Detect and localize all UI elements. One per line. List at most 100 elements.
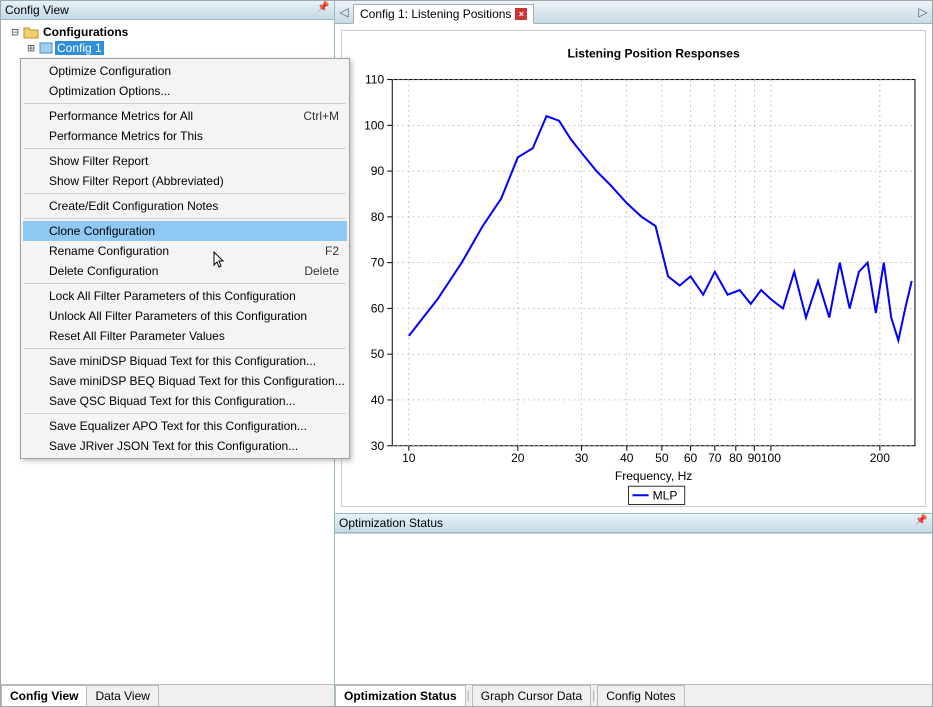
svg-text:40: 40 bbox=[371, 393, 385, 407]
menu-item[interactable]: Optimize Configuration bbox=[23, 61, 347, 81]
menu-item-label: Save miniDSP Biquad Text for this Config… bbox=[49, 354, 316, 368]
tree-collapse-icon[interactable]: ⊟ bbox=[9, 25, 21, 39]
menu-item[interactable]: Performance Metrics for All Ctrl+M bbox=[23, 106, 347, 126]
menu-item-label: Reset All Filter Parameter Values bbox=[49, 329, 225, 343]
svg-text:100: 100 bbox=[761, 451, 781, 465]
menu-item[interactable]: Save Equalizer APO Text for this Configu… bbox=[23, 416, 347, 436]
menu-separator bbox=[24, 218, 346, 219]
menu-item-label: Delete Configuration bbox=[49, 264, 158, 278]
svg-text:50: 50 bbox=[655, 451, 669, 465]
tab-close-icon[interactable]: × bbox=[515, 8, 527, 20]
folder-icon bbox=[23, 25, 39, 39]
menu-item[interactable]: Unlock All Filter Parameters of this Con… bbox=[23, 306, 347, 326]
menu-item[interactable]: Lock All Filter Parameters of this Confi… bbox=[23, 286, 347, 306]
config-view-title: Config View bbox=[5, 3, 316, 17]
svg-text:Frequency, Hz: Frequency, Hz bbox=[615, 469, 693, 483]
menu-item-label: Rename Configuration bbox=[49, 244, 169, 258]
menu-item-shortcut: Ctrl+M bbox=[303, 109, 339, 123]
svg-text:200: 200 bbox=[870, 451, 890, 465]
svg-text:90: 90 bbox=[748, 451, 762, 465]
svg-text:60: 60 bbox=[371, 301, 385, 315]
menu-item-label: Save JRiver JSON Text for this Configura… bbox=[49, 439, 298, 453]
svg-text:80: 80 bbox=[729, 451, 743, 465]
optimization-status-titlebar: Optimization Status bbox=[335, 514, 932, 533]
menu-item[interactable]: Reset All Filter Parameter Values bbox=[23, 326, 347, 346]
tab-label: Config 1: Listening Positions bbox=[360, 7, 511, 21]
tree-child-label[interactable]: Config 1 bbox=[55, 41, 104, 55]
menu-item-label: Show Filter Report (Abbreviated) bbox=[49, 174, 224, 188]
menu-item-label: Unlock All Filter Parameters of this Con… bbox=[49, 309, 307, 323]
svg-text:10: 10 bbox=[402, 451, 416, 465]
tree-root-label[interactable]: Configurations bbox=[41, 25, 130, 39]
svg-text:30: 30 bbox=[371, 439, 385, 453]
menu-separator bbox=[24, 413, 346, 414]
optimization-status-title: Optimization Status bbox=[339, 516, 914, 530]
menu-separator bbox=[24, 193, 346, 194]
menu-item-label: Clone Configuration bbox=[49, 224, 155, 238]
tab-config-notes[interactable]: Config Notes bbox=[597, 685, 684, 706]
menu-item[interactable]: Save QSC Biquad Text for this Configurat… bbox=[23, 391, 347, 411]
menu-item-label: Lock All Filter Parameters of this Confi… bbox=[49, 289, 296, 303]
pin-icon[interactable] bbox=[316, 3, 330, 17]
tab-optimization-status[interactable]: Optimization Status bbox=[335, 685, 466, 706]
svg-text:Listening Position Responses: Listening Position Responses bbox=[568, 46, 740, 60]
menu-separator bbox=[24, 348, 346, 349]
pin-icon[interactable] bbox=[914, 516, 928, 530]
menu-item[interactable]: Create/Edit Configuration Notes bbox=[23, 196, 347, 216]
response-chart[interactable]: Listening Position Responses 10 20 30 40 50 60… bbox=[341, 30, 926, 507]
menu-item-label: Save QSC Biquad Text for this Configurat… bbox=[49, 394, 296, 408]
tree-expand-icon[interactable]: ⊞ bbox=[25, 41, 37, 55]
menu-item-shortcut: Delete bbox=[304, 264, 339, 278]
bottom-tabs: Optimization Status | Graph Cursor Data … bbox=[335, 684, 932, 706]
tab-listening-positions[interactable]: Config 1: Listening Positions × bbox=[353, 4, 534, 24]
menu-item-label: Optimize Configuration bbox=[49, 64, 171, 78]
tab-scroll-left-icon[interactable]: ◁ bbox=[337, 3, 351, 21]
svg-text:50: 50 bbox=[371, 347, 385, 361]
menu-item[interactable]: Rename Configuration F2 bbox=[23, 241, 347, 261]
menu-item[interactable]: Save JRiver JSON Text for this Configura… bbox=[23, 436, 347, 456]
menu-item-label: Performance Metrics for All bbox=[49, 109, 193, 123]
menu-item-label: Create/Edit Configuration Notes bbox=[49, 199, 218, 213]
tree-child-row[interactable]: ⊞ Config 1 bbox=[25, 40, 330, 56]
tree-root-row[interactable]: ⊟ Configurations bbox=[9, 24, 330, 40]
svg-text:60: 60 bbox=[684, 451, 698, 465]
svg-text:70: 70 bbox=[371, 256, 385, 270]
menu-item-label: Save miniDSP BEQ Biquad Text for this Co… bbox=[49, 374, 345, 388]
menu-item-shortcut: F2 bbox=[325, 244, 339, 258]
menu-item[interactable]: Save miniDSP BEQ Biquad Text for this Co… bbox=[23, 371, 347, 391]
tab-scroll-right-icon[interactable]: ▷ bbox=[916, 3, 930, 21]
svg-text:80: 80 bbox=[371, 210, 385, 224]
svg-text:40: 40 bbox=[620, 451, 634, 465]
menu-item[interactable]: Save miniDSP Biquad Text for this Config… bbox=[23, 351, 347, 371]
optimization-status-body bbox=[335, 533, 932, 684]
menu-item[interactable]: Delete Configuration Delete bbox=[23, 261, 347, 281]
menu-separator bbox=[24, 148, 346, 149]
menu-item[interactable]: Optimization Options... bbox=[23, 81, 347, 101]
svg-text:20: 20 bbox=[511, 451, 525, 465]
optimization-status-panel: Optimization Status Optimization Status … bbox=[335, 513, 932, 706]
config-context-menu[interactable]: Optimize Configuration Optimization Optio… bbox=[20, 58, 350, 459]
tab-data-view[interactable]: Data View bbox=[86, 685, 158, 706]
tab-config-view[interactable]: Config View bbox=[1, 685, 87, 706]
svg-text:30: 30 bbox=[575, 451, 589, 465]
menu-item-label: Optimization Options... bbox=[49, 84, 170, 98]
menu-item-label: Performance Metrics for This bbox=[49, 129, 203, 143]
svg-text:MLP: MLP bbox=[653, 488, 678, 502]
config-node-icon bbox=[39, 42, 53, 54]
config-view-titlebar: Config View bbox=[1, 1, 334, 20]
right-panel: ◁ Config 1: Listening Positions × ▷ List… bbox=[335, 1, 932, 706]
menu-item[interactable]: Show Filter Report bbox=[23, 151, 347, 171]
svg-text:70: 70 bbox=[708, 451, 722, 465]
menu-item[interactable]: Show Filter Report (Abbreviated) bbox=[23, 171, 347, 191]
menu-item-label: Show Filter Report bbox=[49, 154, 148, 168]
svg-text:110: 110 bbox=[365, 73, 384, 87]
menu-separator bbox=[24, 103, 346, 104]
menu-item[interactable]: Performance Metrics for This bbox=[23, 126, 347, 146]
menu-separator bbox=[24, 283, 346, 284]
document-tabstrip: ◁ Config 1: Listening Positions × ▷ bbox=[335, 1, 932, 24]
svg-text:100: 100 bbox=[364, 118, 384, 132]
menu-item-label: Save Equalizer APO Text for this Configu… bbox=[49, 419, 307, 433]
tab-graph-cursor-data[interactable]: Graph Cursor Data bbox=[472, 685, 591, 706]
menu-item[interactable]: Clone Configuration bbox=[23, 221, 347, 241]
left-bottom-tabs: Config View Data View bbox=[1, 684, 334, 706]
